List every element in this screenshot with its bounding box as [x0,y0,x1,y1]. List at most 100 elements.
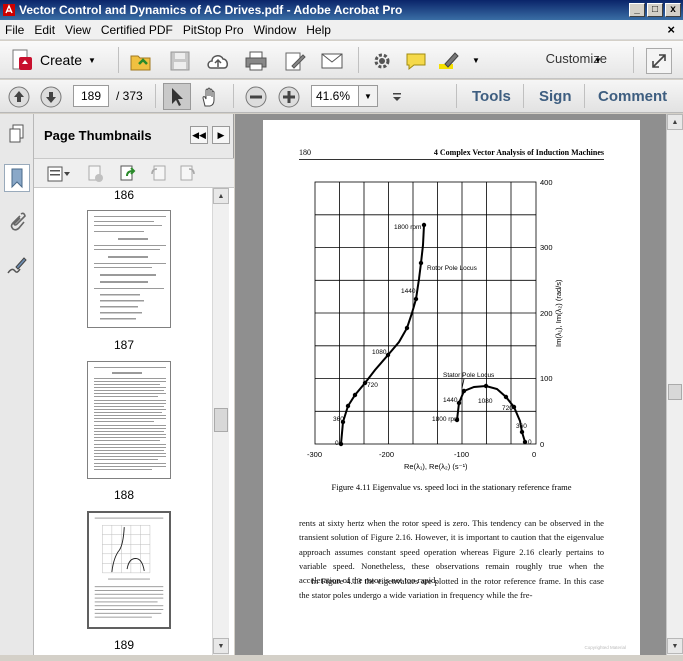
previous-page-button[interactable] [6,84,32,110]
print-button[interactable] [243,48,269,74]
minimize-button[interactable]: _ [629,3,645,17]
rotate-pages-button[interactable] [118,164,138,184]
y-axis-label: Im(λ₁), Im(λ₂) (rad/s) [554,279,563,347]
thumbnail-label: 187 [113,338,135,352]
chevron-down-icon: ▼ [671,642,679,650]
scroll-up-button[interactable]: ▲ [667,114,683,130]
menu-help[interactable]: Help [301,23,336,37]
expand-button[interactable] [646,48,672,74]
body-paragraph: In Figure 4.13 the eigenvalues are plott… [299,576,604,601]
y-tick-label: 100 [540,374,553,383]
email-button[interactable] [319,48,345,74]
zoom-out-button[interactable] [243,84,269,110]
save-disk-icon [170,51,190,71]
cursor-arrow-icon [172,87,183,106]
delete-pages-button[interactable] [86,164,106,184]
scroll-thumb[interactable] [214,408,228,432]
toolbar-divider [633,47,634,73]
menu-window[interactable]: Window [249,23,302,37]
menu-bar: File Edit View Certified PDF PitStop Pro… [0,20,683,40]
running-header: 4 Complex Vector Analysis of Induction M… [433,148,604,157]
stator-speed-label: 360 [516,423,527,430]
acrobat-app-icon [3,4,15,16]
menu-pitstop-pro[interactable]: PitStop Pro [178,23,249,37]
expand-panel-button[interactable]: ▶ [212,126,230,144]
menu-view[interactable]: View [60,23,96,37]
zoom-in-button[interactable] [276,84,302,110]
menu-certified-pdf[interactable]: Certified PDF [96,23,178,37]
thumbnail-page-188[interactable] [87,361,171,479]
thumbnail-page-189[interactable] [87,511,171,629]
menu-file[interactable]: File [0,23,29,37]
bookmark-icon [11,168,23,189]
stator-speed-label: 0 [528,439,532,446]
toolbar-divider [118,47,119,73]
tab-sign[interactable]: Sign [539,88,572,105]
options-button[interactable] [46,164,72,184]
toolbar-divider [456,84,457,108]
zoom-dropdown-button[interactable]: ▼ [358,85,378,107]
y-tick-label: 300 [540,243,553,252]
open-button[interactable] [128,48,154,74]
header-rule [299,159,604,160]
delete-page-icon [88,165,103,182]
main-toolbar: Create ▼ ▼ Customize ▼ [0,41,683,79]
menu-dropdown-icon [393,93,401,101]
comment-button[interactable] [403,48,429,74]
rotate-clockwise-button[interactable] [178,164,198,184]
rotate-counterclockwise-button[interactable] [148,164,168,184]
rotor-speed-label: 1800 rpm [394,224,421,231]
rotate-right-icon [180,165,195,181]
scroll-thumb[interactable] [668,384,682,400]
upload-button[interactable] [205,48,231,74]
pdf-page: 180 4 Complex Vector Analysis of Inducti… [263,120,640,655]
x-tick-label: -100 [454,450,469,459]
thumbnail-label: 189 [113,638,135,652]
speech-bubble-icon [406,53,426,71]
edit-document-button[interactable] [282,48,308,74]
maximize-button[interactable]: □ [647,3,663,17]
close-window-button[interactable]: x [665,3,681,17]
page-preview-chart [94,517,164,618]
paperclip-icon [10,212,26,231]
rotate-left-icon [151,165,166,181]
save-button[interactable] [167,48,193,74]
x-tick-label: -200 [379,450,394,459]
more-tools-button[interactable] [390,89,404,105]
page-thumbnails-tab[interactable] [4,164,30,192]
thumbnail-scrollbar[interactable]: ▲ ▼ [212,188,229,655]
panel-title: Page Thumbnails [44,128,152,143]
page-number-input[interactable]: 189 [73,85,109,107]
thumbnail-page-187[interactable] [87,210,171,328]
scroll-up-button[interactable]: ▲ [213,188,229,204]
zoom-input[interactable]: 41.6% [311,85,359,107]
chevron-down-icon[interactable]: ▼ [470,53,482,67]
navigation-pane-menu-button[interactable] [6,122,28,146]
collapse-panel-button[interactable]: ◀◀ [190,126,208,144]
signatures-tab[interactable] [4,252,30,280]
page-preview-lines [94,216,166,320]
highlight-button[interactable] [436,48,462,74]
tab-comment[interactable]: Comment [598,88,667,105]
arrow-up-icon [8,86,30,108]
attachments-tab[interactable] [4,208,30,236]
hand-tool-button[interactable] [197,84,223,110]
rotate-page-icon [120,165,136,181]
document-scrollbar[interactable]: ▲ ▼ [666,114,683,655]
close-document-button[interactable]: × [667,22,675,37]
stator-speed-label: 1440 [443,397,458,404]
scroll-down-button[interactable]: ▼ [213,638,229,654]
menu-edit[interactable]: Edit [29,23,60,37]
signature-pen-icon [7,257,27,274]
chevron-down-icon[interactable]: ▼ [592,53,604,67]
tab-tools[interactable]: Tools [472,88,511,105]
page-preview-lines [94,367,166,470]
scroll-down-button[interactable]: ▼ [667,638,683,654]
create-button[interactable]: Create ▼ [6,47,100,73]
select-tool-button[interactable] [163,83,191,110]
rotor-speed-label: 1080 [372,349,387,356]
next-page-button[interactable] [38,84,64,110]
open-folder-icon [130,55,151,71]
expand-arrows-icon [652,54,666,68]
settings-button[interactable] [369,48,395,74]
